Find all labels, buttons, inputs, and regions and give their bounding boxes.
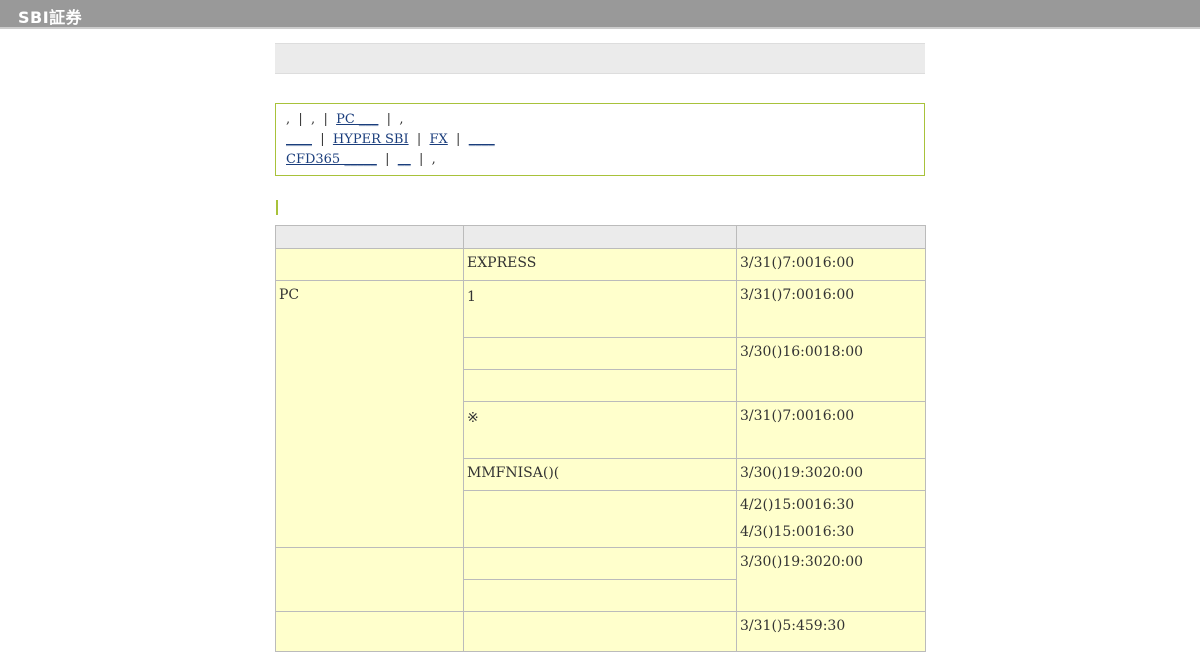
page-title-bar [275, 43, 925, 74]
notice-text-3b: | , [410, 152, 436, 167]
column-header-category [275, 225, 464, 249]
time-cell: 3/31()7:0016:00 [736, 248, 926, 281]
separator: | [447, 132, 469, 147]
column-header-service [463, 225, 737, 249]
notice-line-3: CFD365 _____ | __ | , [286, 152, 436, 167]
separator: | [376, 152, 398, 167]
service-cell [463, 547, 737, 580]
link-line2-b[interactable]: ____ [469, 132, 495, 147]
link-pc[interactable]: PC ___ [336, 112, 378, 127]
table-row: PC 1 3/31()7:0016:00 [275, 280, 926, 548]
time-cell: 3/31()5:459:30 [736, 611, 926, 652]
sbi-logo[interactable]: SBI証券 [18, 4, 82, 28]
notice-text-1a: , | , | [286, 112, 337, 127]
category-cell [275, 547, 464, 612]
service-cell: ※ [463, 401, 737, 459]
separator: | [408, 132, 430, 147]
notice-text-1b: | , [378, 112, 404, 127]
link-cfd365[interactable]: CFD365 _____ [286, 152, 377, 167]
table-row: 3/31()5:459:30 [275, 611, 926, 652]
service-cell: 1 [463, 280, 737, 338]
section-heading-marker [276, 200, 278, 215]
maintenance-schedule-table: EXPRESS 3/31()7:0016:00 PC 1 3/31()7:001… [275, 225, 926, 652]
service-cell [463, 369, 737, 402]
notice-line-2: ____ | HYPER SBI | FX | ____ [286, 132, 495, 147]
top-header-bar: SBI証券 [0, 0, 1200, 29]
category-cell [275, 611, 464, 652]
notice-line-1: , | , | PC ___ | , [286, 112, 403, 127]
service-cell [463, 579, 737, 612]
time-cell: 3/30()19:3020:00 [736, 458, 926, 491]
service-cell: MMFNISA()( [463, 458, 737, 491]
column-header-time [736, 225, 926, 249]
category-cell [275, 248, 464, 281]
time-cell: 3/30()16:0018:00 [736, 337, 926, 402]
separator: | [312, 132, 333, 147]
time-cell: 3/30()19:3020:00 [736, 547, 926, 612]
table-row: EXPRESS 3/31()7:0016:00 [275, 248, 926, 281]
service-cell [463, 611, 737, 652]
link-line2-a[interactable]: ____ [286, 132, 312, 147]
time-cell: 3/31()7:0016:00 [736, 280, 926, 338]
table-row: 3/30()19:3020:00 [275, 547, 926, 612]
service-cell [463, 337, 737, 370]
link-fx[interactable]: FX [430, 132, 448, 147]
time-cell: 3/31()7:0016:00 [736, 401, 926, 459]
link-hyper-sbi[interactable]: HYPER SBI [333, 132, 409, 147]
table-header-row [275, 225, 926, 249]
time-cell: 4/2()15:0016:30 4/3()15:0016:30 [736, 490, 926, 548]
category-cell-pc: PC [275, 280, 464, 548]
link-line3-c[interactable]: __ [398, 152, 411, 167]
service-cell: EXPRESS [463, 248, 737, 281]
notice-box: , | , | PC ___ | , ____ | HYPER SBI | FX… [275, 103, 925, 176]
service-cell [463, 490, 737, 548]
